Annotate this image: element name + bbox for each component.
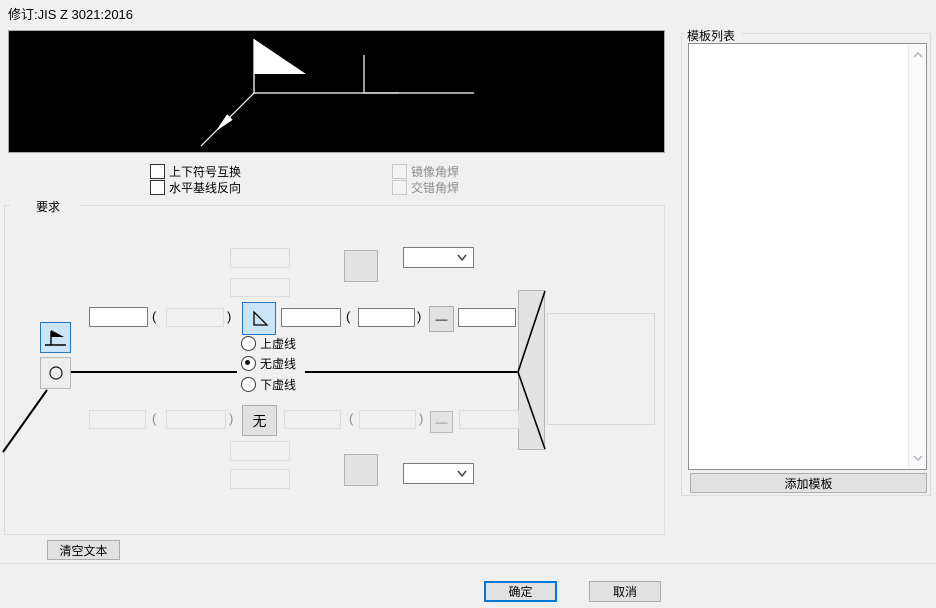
dash-icon: — [436, 415, 448, 429]
add-template-button[interactable]: 添加模板 [690, 473, 927, 493]
ok-label: 确定 [508, 583, 532, 600]
upper-prefix-field[interactable] [89, 307, 148, 327]
checkbox-label: 水平基线反向 [169, 179, 241, 196]
bottom-finish-combobox[interactable] [403, 463, 474, 484]
upper-length-field[interactable] [358, 308, 415, 327]
top-symbol-picker-button [344, 250, 378, 282]
weld-symbol-preview [8, 30, 665, 153]
fillet-weld-icon [248, 309, 270, 329]
chevron-down-icon [451, 468, 473, 480]
cancel-label: 取消 [613, 583, 637, 600]
radio-label: 无虚线 [260, 355, 296, 372]
symbol-bracket-bar [518, 290, 545, 450]
checkbox-box [392, 180, 407, 195]
template-list-label: 模板列表 [687, 27, 735, 44]
dash-icon: — [436, 312, 448, 326]
radio-label: 下虚线 [260, 376, 296, 393]
top-aux-field-1 [230, 248, 290, 268]
radio-label: 上虚线 [260, 335, 296, 352]
paren-close: ) [419, 412, 423, 425]
lower-dash-button: — [430, 411, 453, 433]
scroll-down-icon[interactable] [912, 454, 924, 462]
clear-text-button[interactable]: 清空文本 [47, 540, 120, 560]
radio-circle[interactable] [241, 377, 256, 392]
note-box-disabled [547, 313, 655, 425]
checkbox-mirror-fillet: 镜像角焊 [392, 163, 459, 180]
weld-all-around-button[interactable] [40, 357, 71, 389]
add-template-label: 添加模板 [784, 475, 832, 492]
radio-circle[interactable] [241, 336, 256, 351]
checkbox-label: 交错角焊 [411, 179, 459, 196]
fillet-weld-glyph [364, 55, 399, 93]
radio-circle[interactable] [241, 356, 256, 371]
flag-icon [42, 325, 69, 350]
checkbox-box[interactable] [150, 180, 165, 195]
lower-length-field [359, 410, 416, 429]
checkbox-label: 上下符号互换 [169, 163, 241, 180]
bottom-aux-field-2 [230, 469, 290, 489]
upper-paren-field [166, 308, 224, 327]
listbox-scrollbar[interactable] [908, 45, 925, 468]
lower-prefix-field [89, 410, 146, 429]
checkbox-label: 镜像角焊 [411, 163, 459, 180]
lower-size-field [284, 410, 341, 429]
clear-text-label: 清空文本 [59, 542, 107, 559]
paren-open: ( [152, 412, 156, 425]
paren-close: ) [227, 310, 231, 323]
scroll-up-icon[interactable] [912, 51, 924, 59]
chevron-down-icon [451, 252, 473, 264]
radio-dash-above[interactable]: 上虚线 [241, 335, 296, 352]
checkbox-box[interactable] [150, 164, 165, 179]
field-weld-flag-button[interactable] [40, 322, 71, 353]
upper-pitch-field[interactable] [458, 308, 516, 327]
upper-size-field[interactable] [281, 308, 341, 327]
upper-dash-button[interactable]: — [429, 306, 454, 332]
radio-dash-below[interactable]: 下虚线 [241, 376, 296, 393]
paren-open: ( [346, 310, 350, 323]
lower-pitch-field [459, 410, 519, 429]
paren-close: ) [229, 412, 233, 425]
top-aux-field-2 [230, 278, 290, 297]
requirements-group-label: 要求 [36, 198, 60, 215]
circle-icon [46, 363, 66, 383]
checkbox-stagger-fillet: 交错角焊 [392, 179, 459, 196]
bottom-symbol-picker-button [344, 454, 378, 486]
paren-open: ( [349, 412, 353, 425]
weld-symbol-dialog: { "dialog": { "revision": "修订:JIS Z 3021… [0, 0, 936, 608]
checkbox-reverse-baseline[interactable]: 水平基线反向 [150, 179, 241, 196]
paren-open: ( [152, 310, 156, 323]
weld-symbol-preview-drawing [9, 31, 664, 152]
upper-weld-symbol-button[interactable] [242, 302, 276, 335]
none-symbol-label: 无 [253, 411, 267, 431]
template-listbox[interactable] [688, 43, 927, 470]
field-weld-flag-glyph [254, 39, 306, 74]
lower-weld-symbol-button[interactable]: 无 [242, 405, 277, 436]
paren-close: ) [417, 310, 421, 323]
bottom-aux-field-1 [230, 441, 290, 461]
bottom-separator [0, 563, 936, 564]
radio-dash-none[interactable]: 无虚线 [241, 355, 296, 372]
checkbox-swap-symbols[interactable]: 上下符号互换 [150, 163, 241, 180]
checkbox-box [392, 164, 407, 179]
lower-paren-field [166, 410, 226, 429]
cancel-button[interactable]: 取消 [589, 581, 661, 602]
revision-label: 修订:JIS Z 3021:2016 [8, 4, 133, 23]
ok-button[interactable]: 确定 [484, 581, 557, 602]
top-finish-combobox[interactable] [403, 247, 474, 268]
